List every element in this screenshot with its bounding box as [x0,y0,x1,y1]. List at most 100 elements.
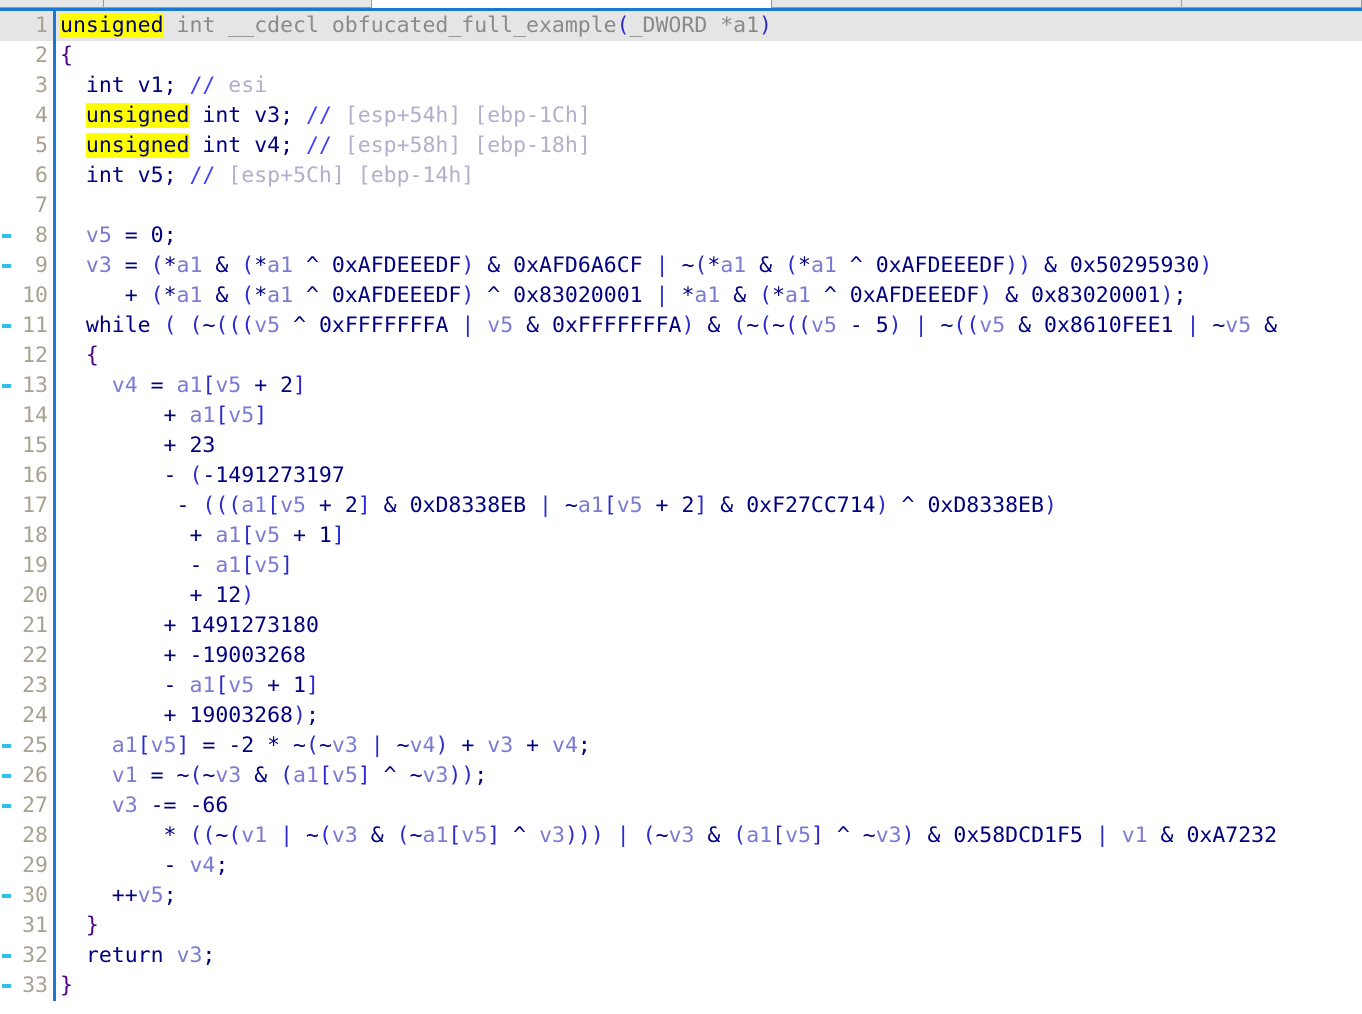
code-text[interactable]: unsigned int v3; // [esp+54h] [ebp-1Ch] [60,101,591,131]
breakpoint-marker-icon[interactable] [0,161,18,191]
code-text[interactable]: + a1[v5 + 1] [60,521,344,551]
code-body[interactable]: 1 unsigned int __cdecl obfucated_full_exa… [0,11,1362,1001]
code-line[interactable]: 24 + 19003268); [0,701,1362,731]
code-line[interactable]: 25 a1[v5] = -2 * ~(~v3 | ~v4) + v3 + v4; [0,731,1362,761]
code-line[interactable]: 20 + 12) [0,581,1362,611]
code-line[interactable]: 2{ [0,41,1362,71]
code-text[interactable]: ++v5; [60,881,177,911]
code-text[interactable]: * ((~(v1 | ~(v3 & (~a1[v5] ^ v3))) | (~v… [60,821,1278,851]
breakpoint-marker-icon[interactable] [0,731,18,761]
code-line[interactable]: 9 v3 = (*a1 & (*a1 ^ 0xAFDEEEDF) & 0xAFD… [0,251,1362,281]
breakpoint-marker-icon[interactable] [0,701,18,731]
code-text[interactable]: v3 = (*a1 & (*a1 ^ 0xAFDEEEDF) & 0xAFD6A… [60,251,1212,281]
code-text[interactable]: unsigned int v4; // [esp+58h] [ebp-18h] [60,131,591,161]
code-line[interactable]: 5 unsigned int v4; // [esp+58h] [ebp-18h… [0,131,1362,161]
code-text[interactable]: int v5; // [esp+5Ch] [ebp-14h] [60,161,474,191]
code-line[interactable]: 21 + 1491273180 [0,611,1362,641]
editor-tab[interactable] [772,0,1182,8]
code-text[interactable]: - a1[v5] [60,551,293,581]
code-line[interactable]: 14 + a1[v5] [0,401,1362,431]
code-text[interactable]: unsigned int __cdecl obfucated_full_exam… [60,11,772,41]
editor-tab[interactable] [104,0,372,8]
code-line[interactable]: 6 int v5; // [esp+5Ch] [ebp-14h] [0,161,1362,191]
code-line[interactable]: 7 [0,191,1362,221]
breakpoint-marker-icon[interactable] [0,341,18,371]
breakpoint-marker-icon[interactable] [0,611,18,641]
code-text[interactable]: v4 = a1[v5 + 2] [60,371,306,401]
code-text[interactable]: + -19003268 [60,641,306,671]
code-line[interactable]: 31 } [0,911,1362,941]
code-line[interactable]: 12 { [0,341,1362,371]
code-line[interactable]: 1 unsigned int __cdecl obfucated_full_exa… [0,11,1362,41]
code-line[interactable]: 18 + a1[v5 + 1] [0,521,1362,551]
breakpoint-marker-icon[interactable] [0,311,18,341]
code-line[interactable]: 28 * ((~(v1 | ~(v3 & (~a1[v5] ^ v3))) | … [0,821,1362,851]
code-line[interactable]: 19 - a1[v5] [0,551,1362,581]
code-text[interactable]: + 19003268); [60,701,319,731]
code-text[interactable]: { [60,41,73,71]
breakpoint-marker-icon[interactable] [0,11,18,41]
code-line[interactable]: 10 + (*a1 & (*a1 ^ 0xAFDEEEDF) ^ 0x83020… [0,281,1362,311]
breakpoint-marker-icon[interactable] [0,71,18,101]
code-line[interactable]: 13 v4 = a1[v5 + 2] [0,371,1362,401]
code-line[interactable]: 15 + 23 [0,431,1362,461]
breakpoint-marker-icon[interactable] [0,851,18,881]
pseudocode-editor[interactable]: 1 unsigned int __cdecl obfucated_full_exa… [0,11,1362,1014]
breakpoint-marker-icon[interactable] [0,761,18,791]
code-text[interactable]: v5 = 0; [60,221,177,251]
code-text[interactable]: + 1491273180 [60,611,319,641]
code-text[interactable]: return v3; [60,941,215,971]
breakpoint-marker-icon[interactable] [0,881,18,911]
breakpoint-marker-icon[interactable] [0,491,18,521]
editor-tab-strip[interactable] [0,0,1362,11]
code-line[interactable]: 17 - (((a1[v5 + 2] & 0xD8338EB | ~a1[v5 … [0,491,1362,521]
code-line[interactable]: 8 v5 = 0; [0,221,1362,251]
editor-tab[interactable] [0,0,104,8]
breakpoint-marker-icon[interactable] [0,101,18,131]
code-text[interactable]: int v1; // esi [60,71,267,101]
breakpoint-marker-icon[interactable] [0,371,18,401]
breakpoint-marker-icon[interactable] [0,521,18,551]
breakpoint-marker-icon[interactable] [0,581,18,611]
code-text[interactable]: + (*a1 & (*a1 ^ 0xAFDEEEDF) ^ 0x83020001… [60,281,1187,311]
code-text[interactable]: v1 = ~(~v3 & (a1[v5] ^ ~v3)); [60,761,487,791]
code-text[interactable]: { [60,341,99,371]
code-line[interactable]: 11 while ( (~(((v5 ^ 0xFFFFFFFA | v5 & 0… [0,311,1362,341]
breakpoint-marker-icon[interactable] [0,791,18,821]
code-text[interactable]: - (-1491273197 [60,461,345,491]
breakpoint-marker-icon[interactable] [0,941,18,971]
breakpoint-marker-icon[interactable] [0,551,18,581]
code-line[interactable]: 32 return v3; [0,941,1362,971]
breakpoint-marker-icon[interactable] [0,401,18,431]
code-text[interactable]: + 23 [60,431,216,461]
code-text[interactable]: - a1[v5 + 1] [60,671,319,701]
breakpoint-marker-icon[interactable] [0,191,18,221]
code-text[interactable]: - v4; [60,851,229,881]
code-text[interactable]: } [60,971,73,1001]
code-text[interactable]: + 12) [60,581,254,611]
breakpoint-marker-icon[interactable] [0,461,18,491]
editor-tab[interactable] [1182,0,1362,8]
code-text[interactable]: a1[v5] = -2 * ~(~v3 | ~v4) + v3 + v4; [60,731,591,761]
breakpoint-marker-icon[interactable] [0,41,18,71]
code-line[interactable]: 29 - v4; [0,851,1362,881]
breakpoint-marker-icon[interactable] [0,221,18,251]
breakpoint-marker-icon[interactable] [0,971,18,1001]
code-line[interactable]: 16 - (-1491273197 [0,461,1362,491]
code-line[interactable]: 23 - a1[v5 + 1] [0,671,1362,701]
breakpoint-marker-icon[interactable] [0,671,18,701]
code-line[interactable]: 30 ++v5; [0,881,1362,911]
code-line[interactable]: 26 v1 = ~(~v3 & (a1[v5] ^ ~v3)); [0,761,1362,791]
code-line[interactable]: 22 + -19003268 [0,641,1362,671]
breakpoint-marker-icon[interactable] [0,431,18,461]
code-text[interactable]: - (((a1[v5 + 2] & 0xD8338EB | ~a1[v5 + 2… [60,491,1056,521]
breakpoint-marker-icon[interactable] [0,911,18,941]
breakpoint-marker-icon[interactable] [0,131,18,161]
code-text[interactable]: while ( (~(((v5 ^ 0xFFFFFFFA | v5 & 0xFF… [60,311,1277,341]
code-text[interactable]: + a1[v5] [60,401,268,431]
breakpoint-marker-icon[interactable] [0,821,18,851]
code-line[interactable]: 27 v3 -= -66 [0,791,1362,821]
breakpoint-marker-icon[interactable] [0,251,18,281]
code-line[interactable]: 3 int v1; // esi [0,71,1362,101]
editor-tab-active[interactable] [372,0,772,8]
